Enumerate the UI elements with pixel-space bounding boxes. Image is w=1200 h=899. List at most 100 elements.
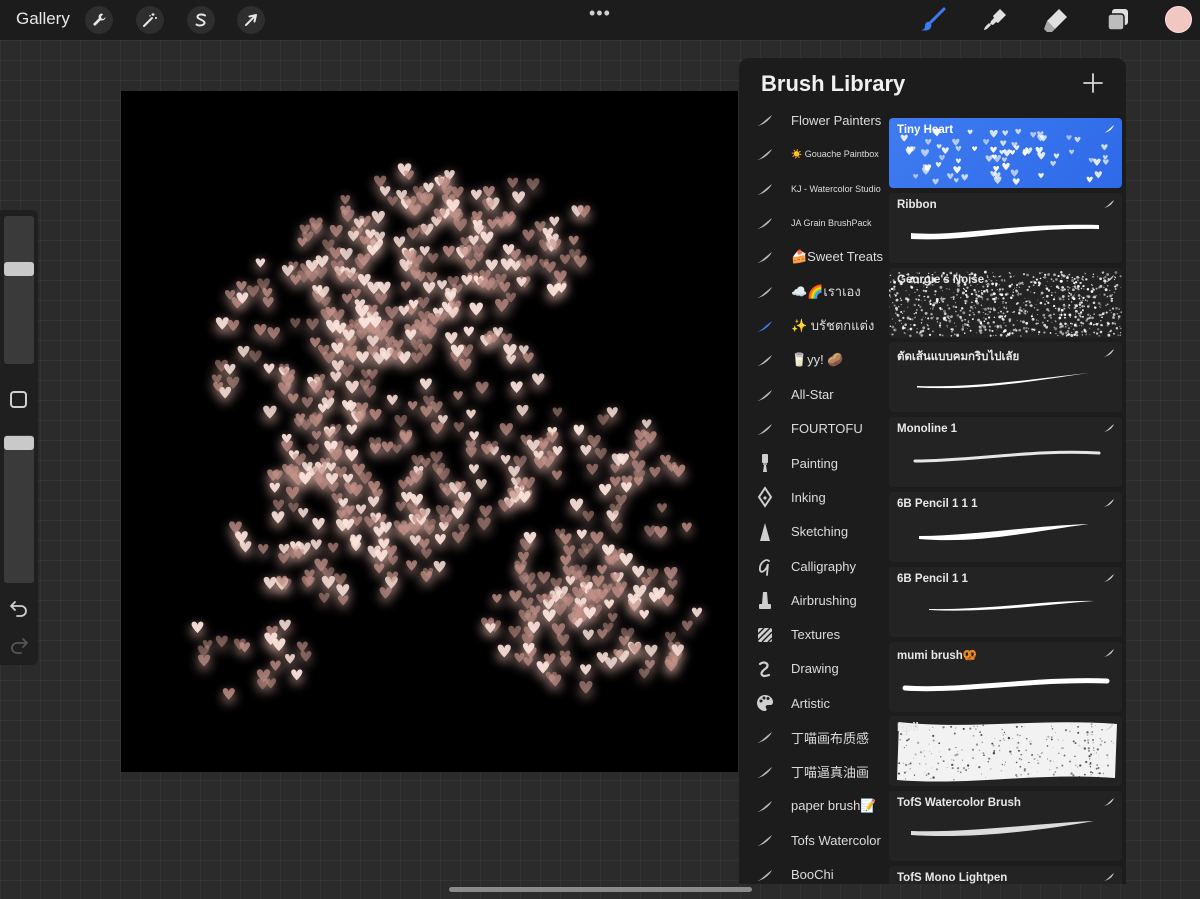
brush-stroke-icon [757, 801, 772, 813]
opacity-thumb[interactable] [4, 436, 34, 450]
brush-stroke-icon [1104, 199, 1114, 208]
add-brush-set-icon[interactable] [1081, 71, 1105, 95]
brush-size-thumb[interactable] [4, 262, 34, 276]
brush-set-item[interactable]: Calligraphy [739, 549, 889, 583]
brush-set-item[interactable]: ✨ บรัชตกแต่ง [739, 309, 889, 343]
brush-set-item[interactable]: Painting [739, 446, 889, 480]
brush-stroke-icon [757, 115, 772, 127]
brush-set-label: KJ - Watercolor Studio [791, 183, 881, 194]
brush-card[interactable]: TofS Mono Lightpen [889, 865, 1122, 884]
brush-set-item[interactable]: All-Star [739, 377, 889, 411]
brush-set-item[interactable]: FOURTOFU [739, 412, 889, 446]
brush-stroke-icon [757, 766, 772, 778]
brush-stroke-preview [897, 722, 1117, 782]
brush-set-item[interactable]: Sketching [739, 515, 889, 549]
brush-stroke-icon [757, 835, 772, 847]
brush-stroke-icon [757, 732, 772, 744]
brush-set-label: ☀️ Gouache Paintbox [791, 148, 879, 159]
brush-stroke-icon [757, 149, 772, 161]
wrench-icon [93, 13, 106, 26]
brush-card[interactable]: Monoline 1 [889, 417, 1122, 488]
brush-set-label: Textures [791, 627, 841, 643]
brush-name: Ribbon [897, 198, 937, 211]
brush-card[interactable]: 6B Pencil 1 1 1 [889, 491, 1122, 562]
more-options-button[interactable]: ••• [589, 3, 611, 24]
brush-set-item[interactable]: 丁喵逼真油画 [739, 755, 889, 789]
gallery-button[interactable]: Gallery [16, 9, 70, 29]
brush-set-item[interactable]: Artistic [739, 686, 889, 720]
smudge-icon[interactable] [982, 7, 1008, 33]
brush-stroke-icon [757, 183, 772, 195]
brush-set-label: 丁喵画布质感 [791, 730, 870, 746]
brush-name: 6B Pencil 1 1 1 [897, 497, 978, 510]
brush-set-item[interactable]: ☁️🌈เราเอง [739, 274, 889, 308]
brush-set-label: 🍰Sweet Treats [791, 249, 884, 265]
brush-set-item[interactable]: ☀️ Gouache Paintbox [739, 137, 889, 171]
brush-set-item[interactable]: KJ - Watercolor Studio [739, 172, 889, 206]
eraser-icon[interactable] [1043, 7, 1069, 33]
adjustments-button[interactable] [136, 6, 164, 34]
brush-icon[interactable] [920, 7, 946, 33]
brush-set-item[interactable]: BooChi [739, 858, 889, 884]
brush-set-label: Airbrushing [791, 592, 857, 608]
top-toolbar: Gallery ••• [0, 0, 1200, 40]
brush-name: TofS Watercolor Brush [897, 797, 1021, 810]
brush-card[interactable]: Roll [889, 716, 1122, 787]
brush-card[interactable]: TofS Watercolor Brush [889, 791, 1122, 862]
airbrush-icon [759, 592, 771, 610]
actions-button[interactable] [85, 6, 113, 34]
brush-set-item[interactable]: 🥛yy! 🥔 [739, 343, 889, 377]
brush-stroke-icon [757, 218, 772, 230]
brush-set-item[interactable]: Drawing [739, 652, 889, 686]
selection-s-icon [195, 13, 206, 27]
brush-card[interactable]: mumi brush🥨 [889, 641, 1122, 712]
brush-card[interactable]: ตัดเส้นแบบคมกริบไปเลัย [889, 342, 1122, 413]
brush-stroke-icon [1104, 349, 1114, 358]
layers-icon[interactable] [1105, 7, 1131, 33]
redo-icon[interactable] [9, 634, 29, 654]
selection-button[interactable] [187, 6, 215, 34]
brush-stroke-icon [757, 869, 772, 881]
palette-icon [757, 695, 774, 712]
brush-name: 6B Pencil 1 1 [897, 572, 968, 585]
brush-name: ตัดเส้นแบบคมกริบไปเลัย [897, 351, 1020, 364]
brush-set-item[interactable]: Inking [739, 480, 889, 514]
brush-set-item[interactable]: Airbrushing [739, 583, 889, 617]
brush-stroke-icon [1104, 648, 1114, 657]
brush-set-item[interactable]: Flower Painters [739, 103, 889, 137]
brush-size-slider[interactable] [4, 216, 34, 364]
brush-card[interactable]: Tiny Heart [889, 118, 1122, 188]
brush-stroke-icon [1104, 798, 1114, 807]
brush-set-label: Sketching [791, 524, 849, 540]
brush-library-title: Brush Library [761, 71, 906, 96]
left-sidebar [0, 210, 38, 665]
brush-stroke-icon [757, 320, 772, 332]
brush-set-item[interactable]: paper brush📝 [739, 789, 889, 823]
brush-name: Monoline 1 [897, 423, 958, 436]
brushes-list: Tiny Heart Ribbon Georgie's Noise ตัดเส้… [889, 118, 1122, 884]
pen-nib-icon [757, 486, 773, 509]
pencil-tip-icon [760, 522, 770, 541]
calligraphy-icon [759, 559, 770, 576]
brush-set-item[interactable]: Tofs Watercolor [739, 823, 889, 857]
opacity-slider[interactable] [4, 435, 34, 583]
modify-button[interactable] [10, 391, 27, 408]
brush-stroke-icon [1104, 125, 1114, 133]
brush-stroke-icon [1104, 274, 1114, 283]
brush-name: TofS Mono Lightpen [897, 871, 1008, 884]
drawing-canvas[interactable] [121, 91, 738, 772]
paintbrush-icon [762, 454, 768, 473]
brush-set-item[interactable]: Textures [739, 617, 889, 651]
brush-set-item[interactable]: JA Grain BrushPack [739, 206, 889, 240]
brush-card[interactable]: Ribbon [889, 192, 1122, 263]
brush-card[interactable]: 6B Pencil 1 1 [889, 566, 1122, 637]
undo-icon[interactable] [9, 597, 29, 617]
transform-button[interactable] [237, 6, 265, 34]
brush-set-item[interactable]: 丁喵画布质感 [739, 720, 889, 754]
brush-card[interactable]: Georgie's Noise [889, 267, 1122, 338]
brush-set-item[interactable]: 🍰Sweet Treats [739, 240, 889, 274]
brush-stroke-icon [1104, 498, 1114, 507]
brush-stroke-icon [1104, 723, 1114, 732]
brush-set-label: Calligraphy [791, 558, 857, 574]
color-picker-button[interactable] [1165, 6, 1192, 33]
